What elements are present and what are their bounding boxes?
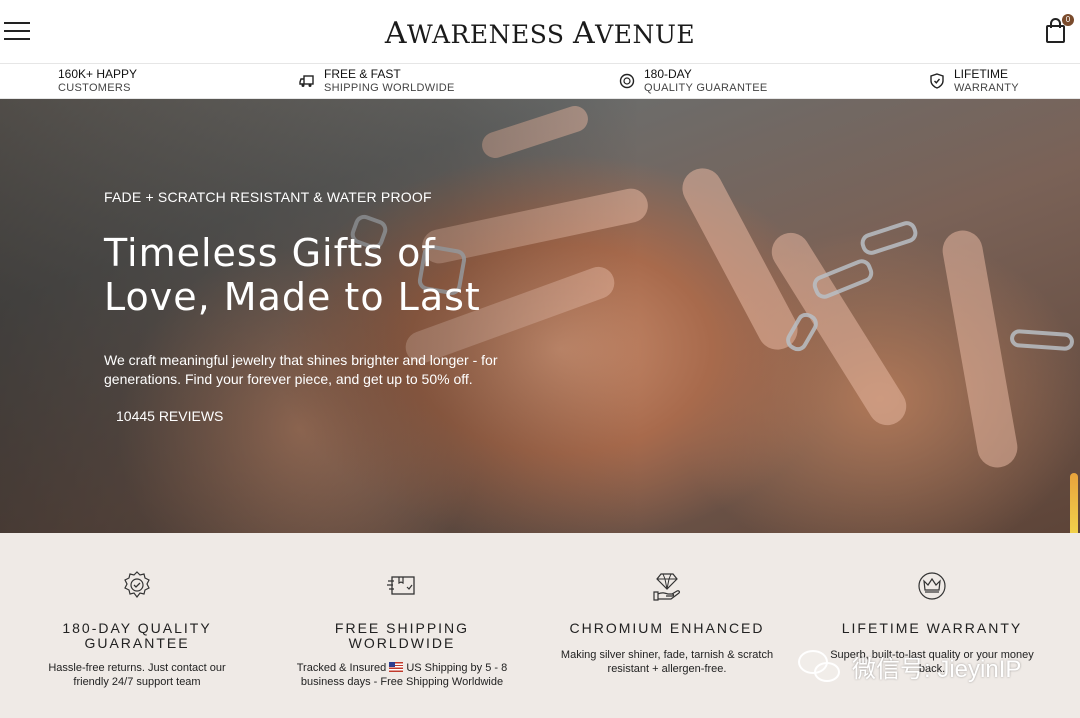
feature-title: CHROMIUM ENHANCED bbox=[569, 620, 765, 636]
wechat-icon bbox=[796, 644, 844, 688]
refresh-badge-icon bbox=[618, 72, 636, 90]
trust-item-customers: 160K+ HAPPY CUSTOMERS bbox=[58, 67, 138, 94]
ring-image bbox=[1009, 328, 1075, 352]
feature-description: Hassle-free returns. Just contact our fri… bbox=[48, 662, 226, 688]
hero-eyebrow: FADE + SCRATCH RESISTANT & WATER PROOF bbox=[104, 189, 432, 205]
feature-title: LIFETIME WARRANTY bbox=[841, 620, 1023, 636]
feature-shipping: FREE SHIPPING WORLDWIDE Tracked & Insured… bbox=[277, 569, 527, 689]
cart-button[interactable]: 0 bbox=[1044, 14, 1074, 46]
crown-badge-icon bbox=[807, 569, 1057, 603]
hero-description: We craft meaningful jewelry that shines … bbox=[104, 352, 498, 387]
feature-chromium: CHROMIUM ENHANCED Making silver shiner, … bbox=[542, 569, 792, 676]
feature-title: 180-DAY QUALITY GUARANTEE bbox=[62, 620, 212, 651]
hero-title: Timeless Gifts of Love, Made to Last bbox=[104, 231, 481, 319]
ring-image bbox=[858, 218, 920, 258]
watermark-text: 微信号: JieyinIP bbox=[852, 655, 1022, 683]
wechat-watermark: 微信号: JieyinIP bbox=[796, 644, 1021, 688]
badge-check-icon bbox=[12, 569, 262, 603]
feature-guarantee: 180-DAY QUALITY GUARANTEE Hassle-free ret… bbox=[12, 569, 262, 689]
reviews-link[interactable]: 10445 REVIEWS bbox=[116, 408, 223, 424]
shipping-box-icon bbox=[277, 569, 527, 603]
scroll-indicator[interactable] bbox=[1070, 473, 1078, 537]
hero-image-detail bbox=[939, 227, 1021, 471]
trust-item-guarantee: 180-DAY QUALITY GUARANTEE bbox=[618, 67, 767, 95]
hero-banner: FADE + SCRATCH RESISTANT & WATER PROOF T… bbox=[0, 99, 1080, 533]
trust-item-shipping: FREE & FAST SHIPPING WORLDWIDE bbox=[298, 67, 455, 95]
features-section: 180-DAY QUALITY GUARANTEE Hassle-free ret… bbox=[0, 533, 1080, 718]
feature-title: FREE SHIPPING WORLDWIDE bbox=[334, 620, 470, 651]
shield-check-icon bbox=[928, 72, 946, 90]
feature-description: Tracked & Insured US Shipping by 5 - 8 bu… bbox=[296, 662, 508, 688]
trust-bar: 160K+ HAPPY CUSTOMERS FREE & FAST SHIPPI… bbox=[0, 65, 1080, 99]
diamond-hand-icon bbox=[542, 569, 792, 603]
feature-description: Making silver shiner, fade, tarnish & sc… bbox=[560, 649, 774, 675]
site-header: AWARENESS AVENUE 0 bbox=[0, 0, 1080, 64]
cart-count-badge: 0 bbox=[1062, 14, 1074, 26]
truck-icon bbox=[298, 72, 316, 90]
us-flag-icon bbox=[389, 662, 404, 672]
trust-item-warranty: LIFETIME WARRANTY bbox=[928, 67, 1019, 95]
site-logo[interactable]: AWARENESS AVENUE bbox=[0, 16, 1080, 51]
